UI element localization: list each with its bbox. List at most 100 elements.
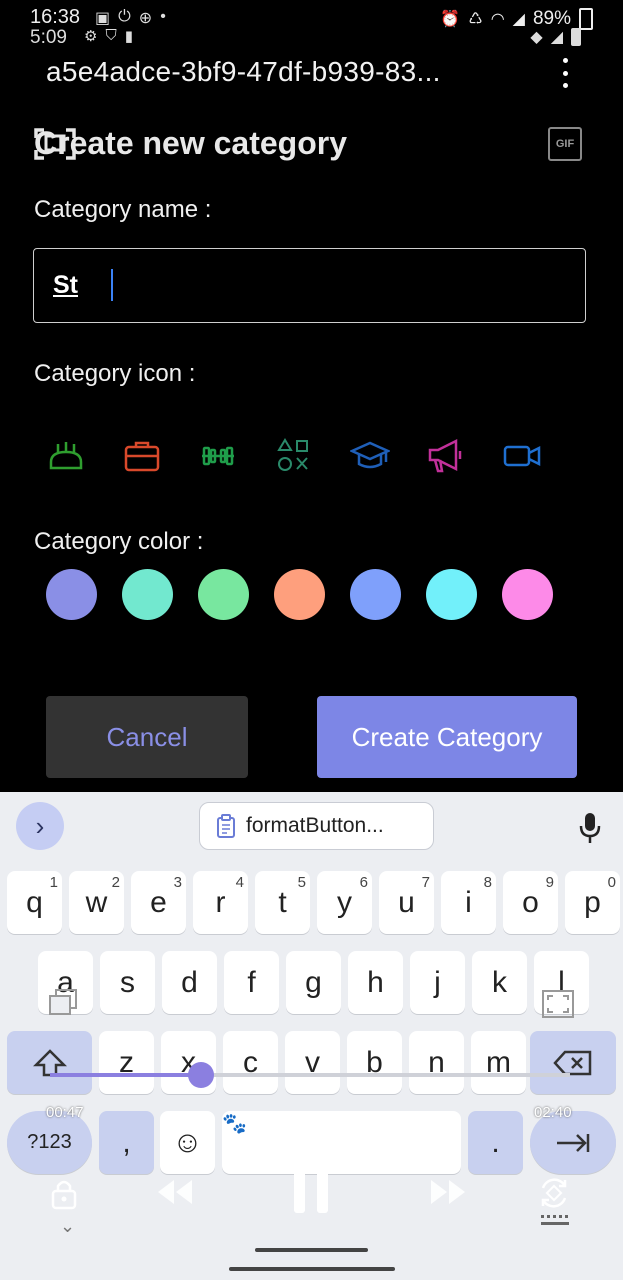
status-time-secondary: 5:09 [30,27,67,48]
key-g[interactable]: g [286,951,341,1014]
key-s[interactable]: s [100,951,155,1014]
comma-key[interactable]: , [99,1111,154,1174]
key-h[interactable]: h [348,951,403,1014]
video-camera-icon[interactable] [502,436,542,476]
space-key[interactable]: 🐾 [222,1111,461,1174]
color-swatch[interactable] [46,569,97,620]
fast-forward-icon[interactable] [425,1172,473,1212]
key-label: h [367,965,384,999]
rewind-icon[interactable] [150,1172,198,1212]
dumbbell-icon[interactable] [198,436,238,476]
key-label: e [150,885,167,919]
key-e[interactable]: e3 [131,871,186,934]
category-icon-label: Category icon : [34,360,196,387]
microphone-icon[interactable] [578,812,602,844]
more-options-icon[interactable] [555,58,575,88]
key-hint: 7 [421,874,430,891]
key-r[interactable]: r4 [193,871,248,934]
seek-progress [50,1073,201,1077]
color-swatch[interactable] [426,569,477,620]
total-time: 02:40 [534,1104,572,1121]
gesture-navigation-bar[interactable] [229,1267,395,1271]
graduation-cap-icon[interactable] [350,436,390,476]
color-swatch[interactable] [502,569,553,620]
key-n[interactable]: n [409,1031,464,1094]
clipboard-icon [217,814,235,838]
add-notification-icon: ⊕ [138,10,153,27]
key-label: g [305,965,322,999]
tab-enter-icon [557,1133,590,1152]
key-b[interactable]: b [347,1031,402,1094]
chevron-down-icon[interactable]: ⌄ [60,1216,75,1237]
briefcase-icon[interactable] [122,436,162,476]
key-label: w [85,885,108,919]
seek-thumb[interactable] [187,1062,214,1088]
key-i[interactable]: i8 [441,871,496,934]
category-icon-picker [46,436,591,480]
category-name-input[interactable]: St [33,248,586,323]
lock-icon[interactable] [46,1176,82,1212]
game-shapes-icon[interactable] [274,436,314,476]
key-m[interactable]: m [471,1031,526,1094]
status-right-secondary: ◆ ◢ [530,27,581,47]
sd-card-icon: ▮ [124,28,133,45]
key-hint: 6 [359,874,368,891]
key-label: p [584,885,601,919]
emoji-key[interactable]: ☺ [160,1111,215,1174]
bread-icon[interactable] [46,436,86,476]
period-key[interactable]: . [468,1111,523,1174]
backspace-key[interactable] [530,1031,616,1094]
keyboard-hide-icon[interactable] [540,1214,570,1228]
key-c[interactable]: c [223,1031,278,1094]
key-label: u [398,885,415,919]
gear-icon: ⚙ [84,28,98,45]
category-name-value: St [53,271,78,299]
clipboard-suggestion-chip[interactable]: formatButton... [199,802,434,850]
chevron-right-icon[interactable]: › [16,802,64,850]
shift-key[interactable] [7,1031,92,1094]
partial-icon[interactable] [578,436,591,476]
key-t[interactable]: t5 [255,871,310,934]
key-hint: 1 [49,874,58,891]
color-swatch[interactable] [274,569,325,620]
dot-icon: • [160,8,166,25]
create-category-button[interactable]: Create Category [317,696,577,778]
color-swatch[interactable] [198,569,249,620]
key-u[interactable]: u7 [379,871,434,934]
key-k[interactable]: k [472,951,527,1014]
key-hint: 4 [235,874,244,891]
key-q[interactable]: q1 [7,871,62,934]
shield-icon: ⛉ [105,27,117,44]
key-z[interactable]: z [99,1031,154,1094]
color-swatch[interactable] [350,569,401,620]
key-p[interactable]: p0 [565,871,620,934]
pause-icon[interactable] [288,1164,334,1216]
key-label: k [492,965,507,999]
key-d[interactable]: d [162,951,217,1014]
key-label: , [122,1125,131,1159]
color-swatch[interactable] [122,569,173,620]
key-hint: 0 [607,874,616,891]
key-hint: 5 [297,874,306,891]
key-o[interactable]: o9 [503,871,558,934]
screenshot-scan-icon[interactable] [34,126,76,162]
key-j[interactable]: j [410,951,465,1014]
key-v[interactable]: v [285,1031,340,1094]
cancel-button[interactable]: Cancel [46,696,248,778]
rotate-icon[interactable] [535,1174,573,1212]
text-cursor [111,269,113,301]
dialog-heading: Create new category [34,125,348,161]
key-w[interactable]: w2 [69,871,124,934]
status-time: 16:38 [30,6,81,28]
gif-icon[interactable]: GIF [548,127,582,161]
app-bar-title: a5e4adce-3bf9-47df-b939-83... [46,56,441,87]
media-handle [255,1248,368,1252]
key-f[interactable]: f [224,951,279,1014]
key-label: ?123 [27,1131,72,1153]
signal-icon-secondary: ◢ [550,29,563,46]
megaphone-icon[interactable] [426,436,466,476]
key-hint: 8 [483,874,492,891]
key-label: o [522,885,539,919]
key-y[interactable]: y6 [317,871,372,934]
battery-icon-secondary [571,28,581,46]
